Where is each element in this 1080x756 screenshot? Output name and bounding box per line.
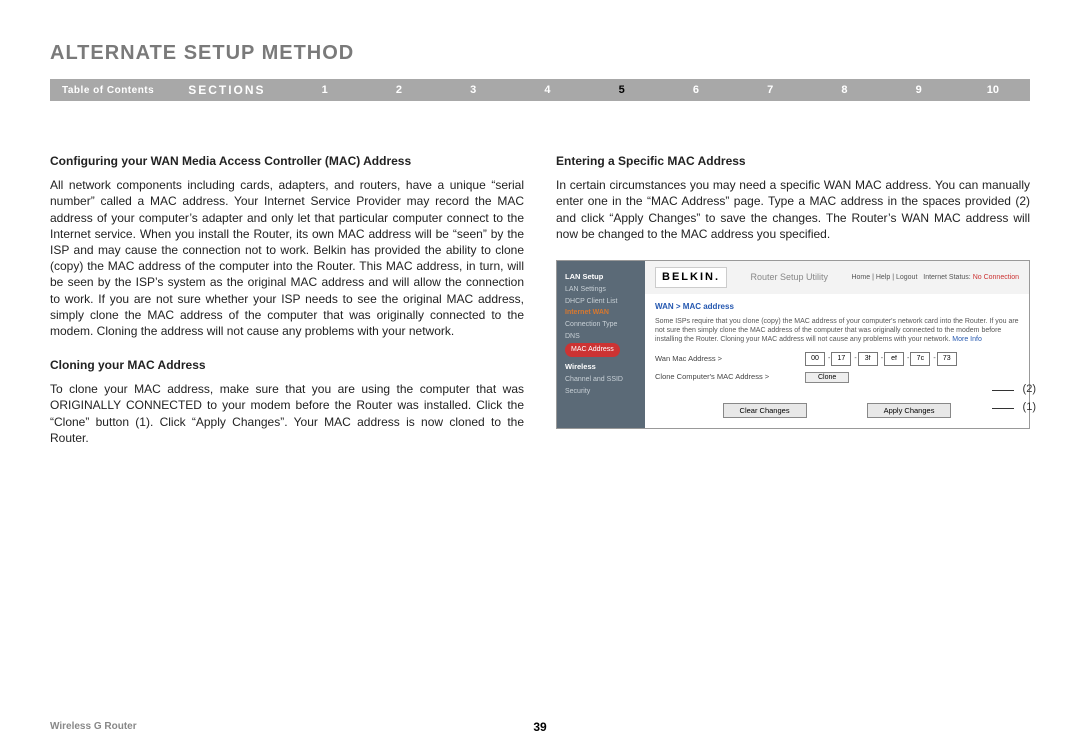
side-wireless: Wireless <box>565 361 637 374</box>
fig-breadcrumb: WAN > MAC address <box>655 302 1019 313</box>
clone-button[interactable]: Clone <box>805 372 849 383</box>
fig-link-help: Help <box>876 274 890 281</box>
side-security: Security <box>565 386 637 398</box>
left-para-2: To clone your MAC address, make sure tha… <box>50 381 524 446</box>
fig-link-home: Home <box>851 274 870 281</box>
clear-changes-button[interactable]: Clear Changes <box>723 403 807 418</box>
fig-clone-label: Clone Computer's MAC Address > <box>655 372 805 382</box>
nav-num-5[interactable]: 5 <box>585 84 659 96</box>
nav-num-4[interactable]: 4 <box>510 84 584 96</box>
left-para-1: All network components including cards, … <box>50 177 524 339</box>
side-conn-type: Connection Type <box>565 319 637 331</box>
side-lan-setup: LAN Setup <box>565 271 637 284</box>
router-screenshot-figure: LAN Setup LAN Settings DHCP Client List … <box>556 260 1030 429</box>
footer-product: Wireless G Router <box>50 721 137 732</box>
apply-changes-button[interactable]: Apply Changes <box>867 403 952 418</box>
side-mac-address-active: MAC Address <box>565 343 620 357</box>
fig-status-label: Internet Status: <box>923 274 970 281</box>
mac-field-2[interactable] <box>831 352 851 366</box>
mac-field-3[interactable] <box>858 352 878 366</box>
nav-num-3[interactable]: 3 <box>436 84 510 96</box>
nav-num-1[interactable]: 1 <box>288 84 362 96</box>
nav-numbers: 1 2 3 4 5 6 7 8 9 10 <box>288 84 1030 96</box>
footer-page-number: 39 <box>533 720 546 734</box>
right-heading-1: Entering a Specific MAC Address <box>556 153 1030 169</box>
nav-num-10[interactable]: 10 <box>956 84 1030 96</box>
section-navbar: Table of Contents SECTIONS 1 2 3 4 5 6 7… <box>50 79 1030 101</box>
mac-field-5[interactable] <box>910 352 930 366</box>
belkin-logo: BELKIN. <box>655 267 727 288</box>
left-column: Configuring your WAN Media Access Contro… <box>50 153 524 464</box>
mac-field-6[interactable] <box>937 352 957 366</box>
mac-field-4[interactable] <box>884 352 904 366</box>
right-para-1: In certain circumstances you may need a … <box>556 177 1030 242</box>
callout-1: (1) <box>1023 400 1036 415</box>
fig-sidebar: LAN Setup LAN Settings DHCP Client List … <box>557 261 645 428</box>
nav-num-6[interactable]: 6 <box>659 84 733 96</box>
fig-link-logout: Logout <box>896 274 917 281</box>
right-column: Entering a Specific MAC Address In certa… <box>556 153 1030 464</box>
nav-sections-label: SECTIONS <box>166 83 287 97</box>
fig-row-clone: Clone Computer's MAC Address > Clone <box>655 372 1019 383</box>
fig-description: Some ISPs require that you clone (copy) … <box>655 317 1019 344</box>
nav-num-9[interactable]: 9 <box>882 84 956 96</box>
nav-num-7[interactable]: 7 <box>733 84 807 96</box>
side-chan-ssid: Channel and SSID <box>565 374 637 386</box>
page-title: ALTERNATE SETUP METHOD <box>50 42 1030 65</box>
nav-toc[interactable]: Table of Contents <box>50 85 166 96</box>
side-internet-wan: Internet WAN <box>565 307 637 319</box>
fig-status-value: No Connection <box>973 274 1019 281</box>
fig-row-wan-mac: Wan Mac Address > - - - - - <box>655 352 1019 366</box>
callout-2: (2) <box>1023 382 1036 397</box>
nav-num-2[interactable]: 2 <box>362 84 436 96</box>
side-lan-settings: LAN Settings <box>565 284 637 296</box>
fig-wan-mac-label: Wan Mac Address > <box>655 354 805 364</box>
fig-top-links: Home | Help | Logout Internet Status: No… <box>851 273 1019 282</box>
side-dhcp: DHCP Client List <box>565 296 637 308</box>
fig-utility-title: Router Setup Utility <box>750 271 828 283</box>
side-dns: DNS <box>565 331 637 343</box>
nav-num-8[interactable]: 8 <box>807 84 881 96</box>
fig-more-info-link: More Info <box>952 336 982 343</box>
mac-field-1[interactable] <box>805 352 825 366</box>
left-heading-2: Cloning your MAC Address <box>50 357 524 373</box>
left-heading-1: Configuring your WAN Media Access Contro… <box>50 153 524 169</box>
